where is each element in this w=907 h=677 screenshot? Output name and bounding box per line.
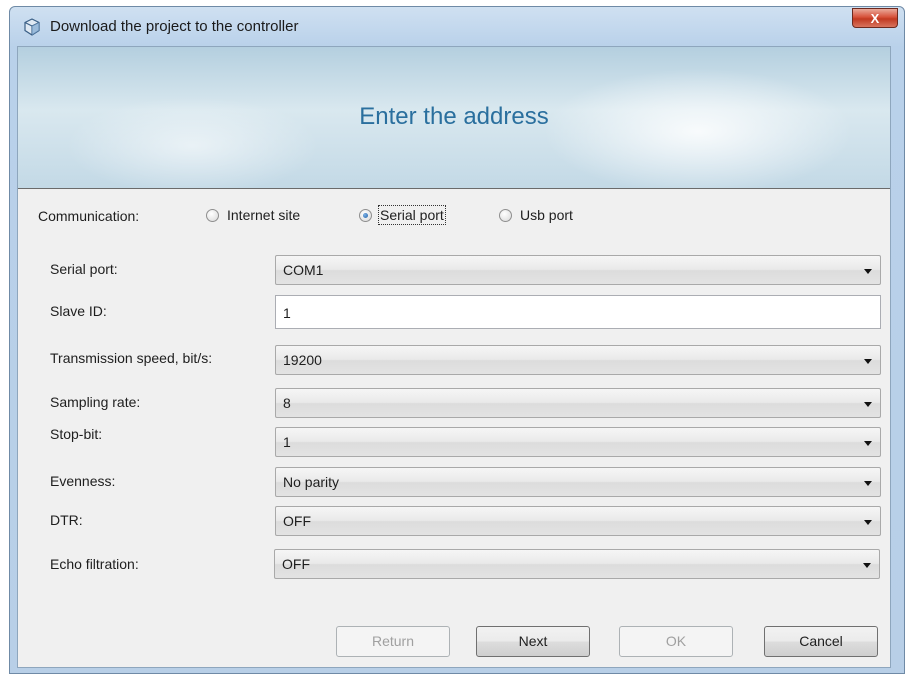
chevron-down-icon xyxy=(864,269,872,274)
slave-id-field[interactable]: 1 xyxy=(275,295,881,329)
dialog-body: Enter the address Communication: Interne… xyxy=(17,46,891,668)
ok-button[interactable]: OK xyxy=(619,626,733,657)
stop-bit-value: 1 xyxy=(283,434,291,450)
close-icon: X xyxy=(870,11,880,26)
dtr-label: DTR: xyxy=(50,512,83,528)
transmission-speed-value: 19200 xyxy=(283,352,322,368)
sampling-rate-dropdown[interactable]: 8 xyxy=(275,388,881,418)
dtr-dropdown[interactable]: OFF xyxy=(275,506,881,536)
next-button[interactable]: Next xyxy=(476,626,590,657)
evenness-value: No parity xyxy=(283,474,340,490)
banner-title: Enter the address xyxy=(359,103,549,130)
evenness-dropdown[interactable]: No parity xyxy=(275,467,881,497)
serial-port-value: COM1 xyxy=(283,262,324,278)
radio-label-serial-port: Serial port xyxy=(378,205,446,225)
window-title: Download the project to the controller xyxy=(50,18,299,35)
dtr-value: OFF xyxy=(283,513,311,529)
title-bar[interactable]: Download the project to the controller X xyxy=(10,7,904,47)
radio-label-internet-site: Internet site xyxy=(227,207,301,223)
echo-filtration-label: Echo filtration: xyxy=(50,556,139,572)
echo-filtration-dropdown[interactable]: OFF xyxy=(274,549,880,579)
stop-bit-dropdown[interactable]: 1 xyxy=(275,427,881,457)
sampling-rate-label: Sampling rate: xyxy=(50,394,141,410)
return-button[interactable]: Return xyxy=(336,626,450,657)
serial-port-dropdown[interactable]: COM1 xyxy=(275,255,881,285)
radio-button-icon xyxy=(499,209,512,222)
chevron-down-icon xyxy=(864,441,872,446)
radio-label-usb-port: Usb port xyxy=(520,207,573,223)
chevron-down-icon xyxy=(863,563,871,568)
chevron-down-icon xyxy=(864,520,872,525)
transmission-speed-dropdown[interactable]: 19200 xyxy=(275,345,881,375)
app-icon xyxy=(24,18,40,36)
evenness-label: Evenness: xyxy=(50,473,116,489)
close-button[interactable]: X xyxy=(852,8,898,28)
transmission-speed-label: Transmission speed, bit/s: xyxy=(50,350,213,366)
echo-filtration-value: OFF xyxy=(282,556,310,572)
radio-selected-icon xyxy=(359,209,372,222)
sampling-rate-value: 8 xyxy=(283,395,291,411)
slave-id-label: Slave ID: xyxy=(50,303,107,319)
communication-label: Communication: xyxy=(38,208,140,224)
radio-button-icon xyxy=(206,209,219,222)
serial-port-label: Serial port: xyxy=(50,261,118,277)
slave-id-value: 1 xyxy=(283,305,291,321)
dialog-window: Download the project to the controller X… xyxy=(9,6,905,674)
cancel-button[interactable]: Cancel xyxy=(764,626,878,657)
chevron-down-icon xyxy=(864,481,872,486)
chevron-down-icon xyxy=(864,402,872,407)
stop-bit-label: Stop-bit: xyxy=(50,426,103,442)
chevron-down-icon xyxy=(864,359,872,364)
header-banner: Enter the address xyxy=(18,47,890,189)
